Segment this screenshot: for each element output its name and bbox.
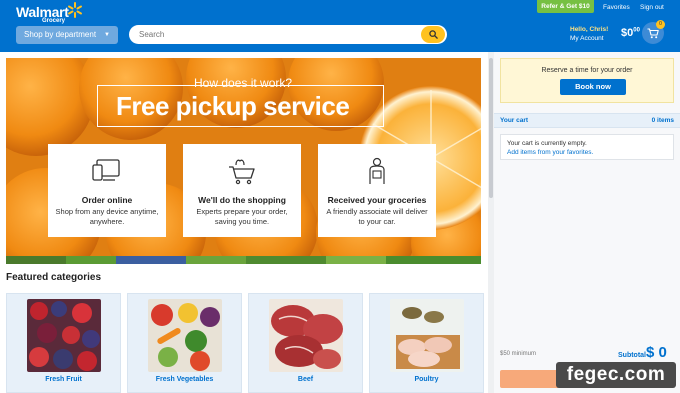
cart-total-cents: 00	[633, 27, 640, 34]
hero-card-received: Received your groceries A friendly assoc…	[318, 144, 436, 237]
hero-card-shopping: We'll do the shopping Experts prepare yo…	[183, 144, 301, 237]
category-label: Fresh Vegetables	[155, 376, 214, 383]
empty-cart-message: Your cart is currently empty. Add items …	[500, 134, 674, 160]
cart-icon	[647, 27, 659, 38]
featured-categories-title: Featured categories	[6, 272, 102, 283]
walmart-grocery-logo[interactable]: Walmart Grocery	[16, 4, 69, 24]
card-title: We'll do the shopping	[198, 195, 286, 205]
card-description: Shop from any device anytime, anywhere.	[55, 207, 159, 226]
category-card-fresh-vegetables[interactable]: Fresh Vegetables	[127, 293, 242, 393]
card-description: A friendly associate will deliver to you…	[326, 207, 428, 226]
subtotal-value: $ 0	[646, 344, 667, 361]
hero-banner[interactable]: How does it work? Free pickup service Or…	[6, 58, 481, 264]
search-input[interactable]	[129, 25, 419, 44]
main-content: How does it work? Free pickup service Or…	[0, 52, 490, 393]
fresh-vegetables-image	[148, 299, 222, 372]
search-icon	[428, 30, 438, 39]
my-account-link[interactable]: My Account	[570, 35, 604, 42]
add-from-favorites-link[interactable]: Add items from your favorites.	[507, 149, 593, 156]
cart-items-count: 0 items	[651, 117, 674, 124]
vegetables-strip-image	[6, 256, 481, 264]
category-card-fresh-fruit[interactable]: Fresh Fruit	[6, 293, 121, 393]
spark-icon	[68, 2, 82, 18]
category-label: Fresh Fruit	[45, 376, 82, 383]
card-title: Order online	[81, 195, 133, 205]
hero-subtitle: How does it work?	[194, 76, 293, 90]
basket-icon	[229, 159, 255, 185]
search-bar	[129, 25, 447, 44]
cart-count-badge: 0	[656, 20, 665, 29]
device-icon	[92, 159, 120, 181]
cart-total-dollars: $0	[621, 27, 634, 39]
associate-icon	[369, 157, 385, 184]
your-cart-label: Your cart	[500, 117, 529, 124]
category-label: Beef	[297, 376, 314, 383]
hero-title: Free pickup service	[116, 91, 350, 121]
card-title: Received your groceries	[327, 195, 427, 205]
logo-subtext: Grocery	[42, 18, 66, 24]
beef-image	[269, 299, 343, 372]
sign-out-link[interactable]: Sign out	[640, 4, 664, 11]
category-card-beef[interactable]: Beef	[248, 293, 363, 393]
empty-cart-text: Your cart is currently empty.	[507, 140, 587, 147]
scrollbar-thumb[interactable]	[489, 58, 493, 198]
category-label: Poultry	[414, 376, 439, 383]
favorites-link[interactable]: Favorites	[603, 4, 630, 11]
header-cart-total[interactable]: $000	[621, 27, 640, 39]
subtotal-label: Subtotal	[618, 352, 646, 359]
shop-by-department-label: Shop by department	[24, 30, 97, 39]
fresh-fruit-image	[27, 299, 101, 372]
refer-button[interactable]: Refer & Get $10	[537, 0, 594, 13]
reserve-time-box: Reserve a time for your order Book now	[500, 58, 674, 103]
search-button[interactable]	[421, 26, 445, 43]
book-now-button[interactable]: Book now	[560, 79, 626, 95]
chevron-down-icon: ▼	[104, 32, 110, 38]
shop-by-department-button[interactable]: Shop by department ▼	[16, 26, 118, 44]
greeting[interactable]: Hello, Chris!	[570, 26, 608, 33]
poultry-image	[390, 299, 464, 372]
order-minimum: $50 minimum	[500, 351, 537, 357]
hero-card-order-online: Order online Shop from any device anytim…	[48, 144, 166, 237]
cart-sidebar: Reserve a time for your order Book now Y…	[494, 52, 680, 393]
your-cart-header: Your cart 0 items	[494, 113, 680, 128]
watermark: fegec.com	[556, 362, 676, 388]
top-header: Walmart Grocery Shop by department ▼ Ref…	[0, 0, 680, 52]
card-description: Experts prepare your order, saving you t…	[196, 207, 288, 226]
reserve-text: Reserve a time for your order	[541, 67, 633, 74]
category-card-poultry[interactable]: Poultry	[369, 293, 484, 393]
